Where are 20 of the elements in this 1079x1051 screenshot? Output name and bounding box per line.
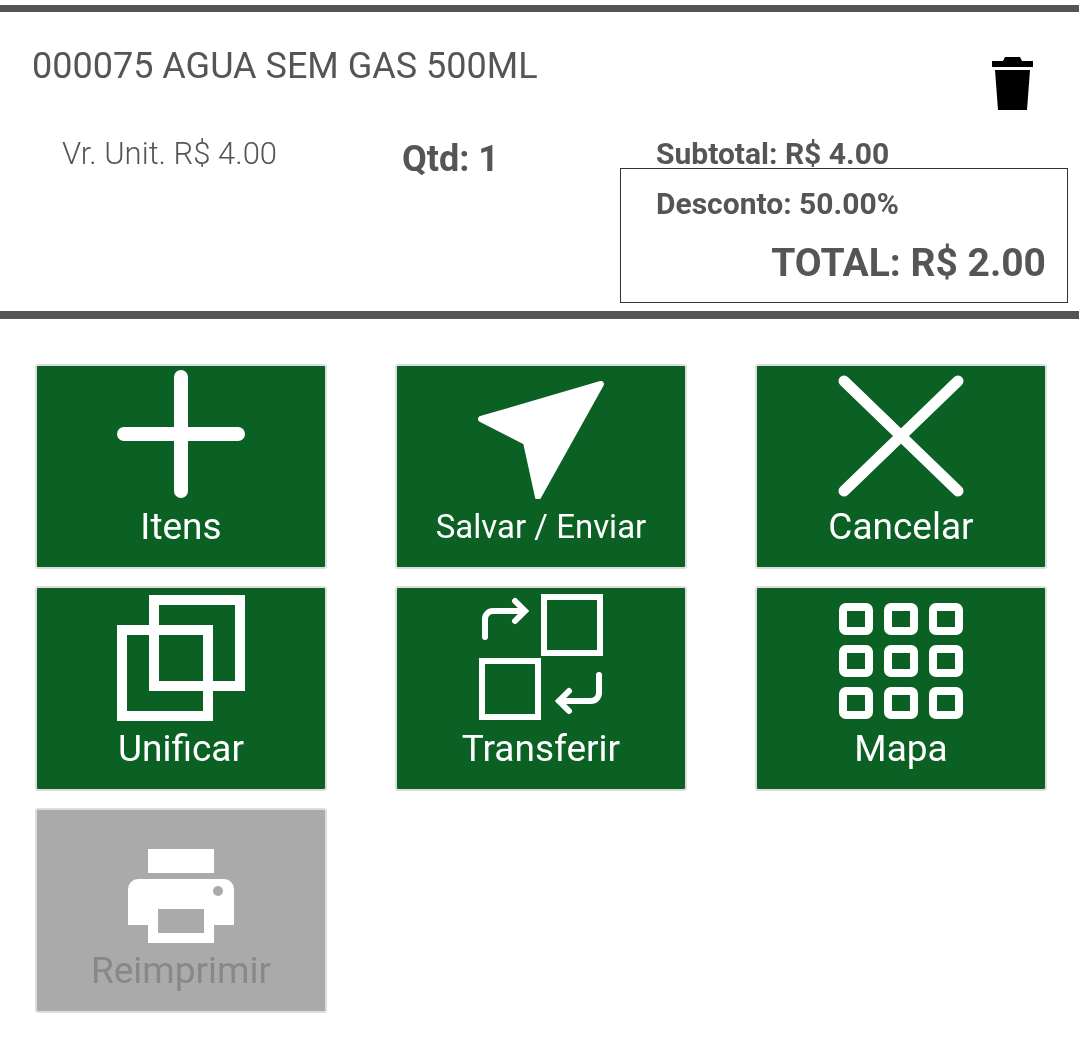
close-icon xyxy=(836,373,966,499)
transfer-icon xyxy=(477,593,605,721)
action-button[interactable]: Mapa xyxy=(755,586,1047,791)
quantity: Qtd: 1 xyxy=(402,137,499,182)
discount: Desconto: 50.00% xyxy=(656,185,899,223)
action-button[interactable]: Itens xyxy=(35,364,327,569)
action-button[interactable]: Transferir xyxy=(395,586,687,791)
overlapping-squares-icon xyxy=(117,595,245,721)
send-icon xyxy=(476,379,606,499)
item-title: 000075 AGUA SEM GAS 500ML xyxy=(32,44,538,89)
plus-icon xyxy=(116,369,246,499)
subtotal: Subtotal: R$ 4.00 xyxy=(656,135,890,173)
action-button[interactable]: Unificar xyxy=(35,586,327,791)
action-button[interactable]: Cancelar xyxy=(755,364,1047,569)
grid-icon xyxy=(837,601,965,721)
printer-icon xyxy=(128,849,234,943)
total: TOTAL: R$ 2.00 xyxy=(771,239,1046,288)
trash-icon[interactable] xyxy=(992,57,1033,110)
action-button[interactable]: Salvar / Enviar xyxy=(395,364,687,569)
unit-price: Vr. Unit. R$ 4.00 xyxy=(62,134,278,174)
